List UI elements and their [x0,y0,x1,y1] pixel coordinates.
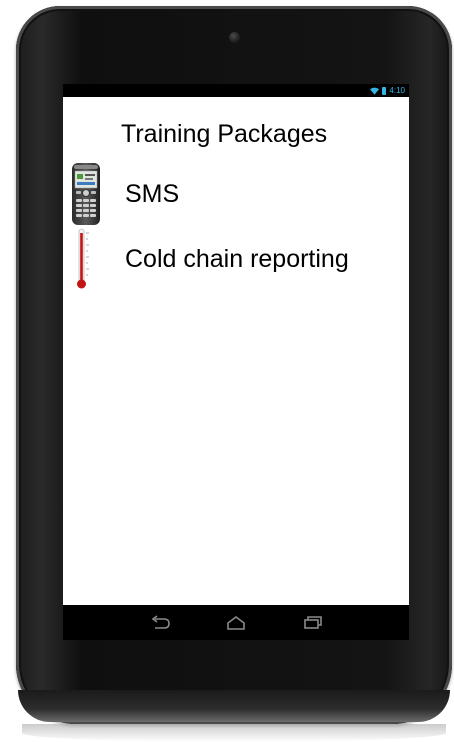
list-item-sms[interactable]: SMS [63,162,409,226]
thermometer-icon [77,228,89,289]
battery-icon [382,86,387,95]
home-icon[interactable] [221,612,251,634]
wifi-icon [370,87,380,95]
screen: 4:10 Training Packages SMS Cold chain re… [63,84,409,640]
list-item-label-sms: SMS [125,180,180,208]
status-bar: 4:10 [63,84,409,97]
tablet-bottom-edge [18,690,450,722]
tablet-reflection [22,724,446,742]
back-icon[interactable] [146,612,176,634]
app-content: Training Packages SMS Cold chain reporti… [63,97,409,605]
navigation-bar [63,605,409,640]
device-frame: 4:10 Training Packages SMS Cold chain re… [0,0,454,742]
status-clock: 4:10 [389,86,405,95]
mobile-phone-icon [72,163,100,225]
page-title: Training Packages [121,120,328,148]
recent-apps-icon[interactable] [296,612,326,634]
list-item-label-cold-chain: Cold chain reporting [125,245,349,273]
front-camera [229,32,240,43]
status-icons: 4:10 [370,84,405,97]
list-item-cold-chain-reporting[interactable]: Cold chain reporting [63,227,409,291]
